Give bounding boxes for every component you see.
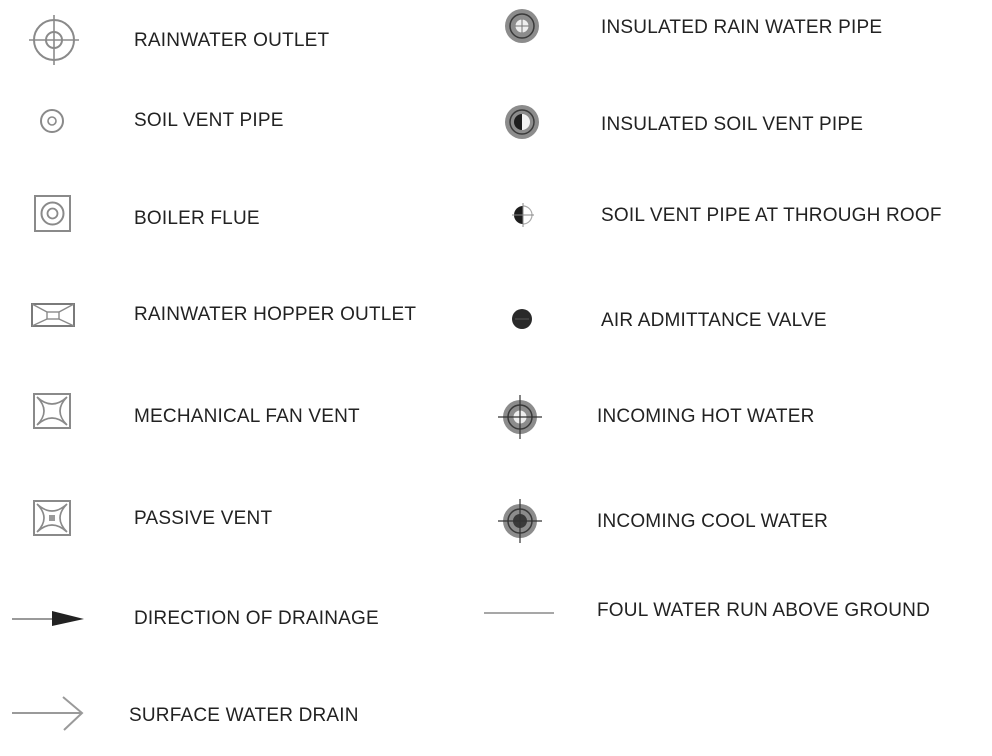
incoming-hot-water-icon xyxy=(496,393,544,441)
legend-label: SOIL VENT PIPE xyxy=(134,110,284,131)
legend-label: RAINWATER OUTLET xyxy=(134,30,330,51)
legend-label: BOILER FLUE xyxy=(134,208,260,229)
rainwater-hopper-outlet-icon xyxy=(31,302,79,330)
soil-vent-pipe-icon xyxy=(38,107,68,137)
insulated-soil-vent-pipe-icon xyxy=(502,102,542,142)
legend-label: RAINWATER HOPPER OUTLET xyxy=(134,304,417,325)
incoming-cool-water-icon xyxy=(496,497,544,545)
surface-water-drain-icon xyxy=(10,694,86,734)
legend-label: FOUL WATER RUN ABOVE GROUND xyxy=(597,600,931,621)
legend-label: SOIL VENT PIPE AT THROUGH ROOF xyxy=(601,205,942,226)
legend-label: DIRECTION OF DRAINAGE xyxy=(134,608,379,629)
legend-label: INSULATED RAIN WATER PIPE xyxy=(601,17,883,38)
legend-label: AIR ADMITTANCE VALVE xyxy=(601,310,827,331)
legend-label: MECHANICAL FAN VENT xyxy=(134,406,360,427)
legend-label: PASSIVE VENT xyxy=(134,508,273,529)
passive-vent-icon xyxy=(33,500,73,540)
rainwater-outlet-icon xyxy=(27,15,83,66)
legend-label: INCOMING COOL WATER xyxy=(597,511,829,532)
direction-of-drainage-icon xyxy=(10,608,86,630)
boiler-flue-icon xyxy=(34,195,74,235)
legend-label: SURFACE WATER DRAIN xyxy=(129,705,359,726)
legend-label: INCOMING HOT WATER xyxy=(597,406,815,427)
foul-water-run-above-ground-icon xyxy=(482,608,556,618)
air-admittance-valve-icon xyxy=(510,307,534,331)
legend-label: INSULATED SOIL VENT PIPE xyxy=(601,114,864,135)
insulated-rain-water-pipe-icon xyxy=(502,6,542,46)
soil-vent-pipe-through-roof-icon xyxy=(510,202,536,228)
mechanical-fan-vent-icon xyxy=(33,393,73,433)
